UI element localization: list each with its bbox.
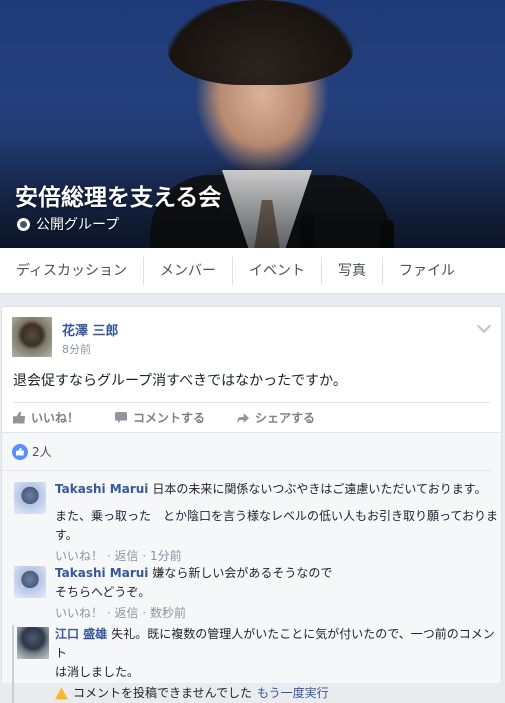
comment-icon: [115, 411, 128, 424]
comment-reply-link[interactable]: 返信: [115, 606, 139, 620]
warning-icon: [55, 687, 68, 700]
separator: ·: [106, 606, 111, 620]
globe-icon: [17, 217, 30, 231]
group-tabs: ディスカッション メンバー イベント 写真 ファイル: [0, 248, 505, 294]
error-message: コメントを投稿できませんでした: [73, 686, 253, 700]
tab-discussion[interactable]: ディスカッション: [0, 256, 145, 285]
comment-line: 嫌なら新しい会があるそうなので: [152, 566, 333, 580]
retry-link[interactable]: もう一度実行: [257, 684, 329, 703]
comment: Takashi Marui 嫌なら新しい会があるそうなので そちらへどうぞ。 いい…: [14, 564, 499, 623]
comment-time[interactable]: 1分前: [150, 549, 182, 563]
avatar[interactable]: [17, 627, 49, 659]
comment-error: コメントを投稿できませんでした もう一度実行: [55, 684, 497, 703]
avatar[interactable]: [14, 482, 46, 514]
comment-time[interactable]: 数秒前: [150, 606, 186, 620]
comment-text: Takashi Marui 嫌なら新しい会があるそうなので: [55, 564, 499, 583]
comment-meta: いいね！ · 返信 · 数秒前: [55, 604, 499, 623]
comment-text: Takashi Marui 日本の未来に関係ないつぶやきはご遠慮いただいております…: [55, 480, 499, 499]
separator: ·: [142, 549, 147, 563]
comment-author[interactable]: Takashi Marui: [55, 482, 148, 496]
tab-events[interactable]: イベント: [233, 256, 323, 285]
likes-summary[interactable]: 2人: [2, 433, 491, 471]
tab-files[interactable]: ファイル: [383, 257, 471, 285]
group-privacy-label: 公開グループ: [36, 217, 120, 233]
like-badge-icon: [12, 443, 28, 460]
group-privacy[interactable]: 公開グループ: [17, 214, 119, 234]
comments-section: 2人 Takashi Marui 日本の未来に関係ないつぶやきはご遠慮いただいてお…: [2, 432, 501, 703]
cover-hair: [168, 0, 353, 85]
chevron-down-icon[interactable]: [476, 318, 492, 334]
comment-text: 江口 盛雄 失礼。既に複数の管理人がいたことに気が付いたので、一つ前のコメント: [55, 625, 497, 663]
comment-line: 失礼。既に複数の管理人がいたことに気が付いたので、一つ前のコメント: [55, 627, 495, 660]
like-label: いいね！: [31, 411, 80, 425]
like-button[interactable]: いいね！: [13, 409, 79, 426]
thumbs-up-icon: [13, 411, 25, 424]
tab-members[interactable]: メンバー: [144, 256, 234, 285]
comment-line: は消しました。: [55, 665, 140, 679]
separator: ·: [106, 549, 111, 563]
comment-reply-link[interactable]: 返信: [115, 549, 139, 563]
pending-comment: 江口 盛雄 失礼。既に複数の管理人がいたことに気が付いたので、一つ前のコメント は…: [12, 625, 497, 703]
share-icon: [237, 413, 250, 424]
comment-line: また、乗っ取った とか陰口を言う様なレベルの低い人もお引き取り願っております。: [55, 509, 499, 542]
comment-line: 日本の未来に関係ないつぶやきはご遠慮いただいております。: [152, 482, 487, 496]
share-button[interactable]: シェアする: [237, 409, 315, 426]
group-title[interactable]: 安倍総理を支える会: [15, 178, 221, 212]
cover-photo[interactable]: 安倍総理を支える会 公開グループ: [0, 0, 505, 248]
post-actions: いいね！ コメントする シェアする: [13, 402, 490, 432]
post-time[interactable]: 8分前: [62, 341, 91, 357]
post-author[interactable]: 花澤 三郎: [62, 320, 119, 339]
avatar[interactable]: [14, 566, 46, 598]
post-text: 退会促すならグループ消すべきではなかったですか。: [13, 373, 347, 389]
comment-author[interactable]: Takashi Marui: [55, 566, 148, 580]
comment-button[interactable]: コメントする: [115, 409, 205, 426]
comment-like-link[interactable]: いいね！: [55, 549, 103, 563]
avatar[interactable]: [12, 317, 52, 357]
comment-author[interactable]: 江口 盛雄: [55, 627, 107, 641]
share-label: シェアする: [255, 411, 316, 425]
post-card: 花澤 三郎 8分前 退会促すならグループ消すべきではなかったですか。 いいね！ …: [1, 306, 502, 703]
like-count: 2人: [32, 445, 52, 459]
comment-line: そちらへどうぞ。: [55, 585, 151, 599]
comment-like-link[interactable]: いいね！: [55, 606, 103, 620]
post-header: 花澤 三郎 8分前: [2, 307, 501, 367]
comment: Takashi Marui 日本の未来に関係ないつぶやきはご遠慮いただいております…: [14, 480, 499, 566]
comment-spacer: [55, 499, 499, 507]
tab-photos[interactable]: 写真: [322, 256, 384, 285]
comment-label: コメントする: [133, 411, 206, 425]
separator: ·: [142, 606, 147, 620]
